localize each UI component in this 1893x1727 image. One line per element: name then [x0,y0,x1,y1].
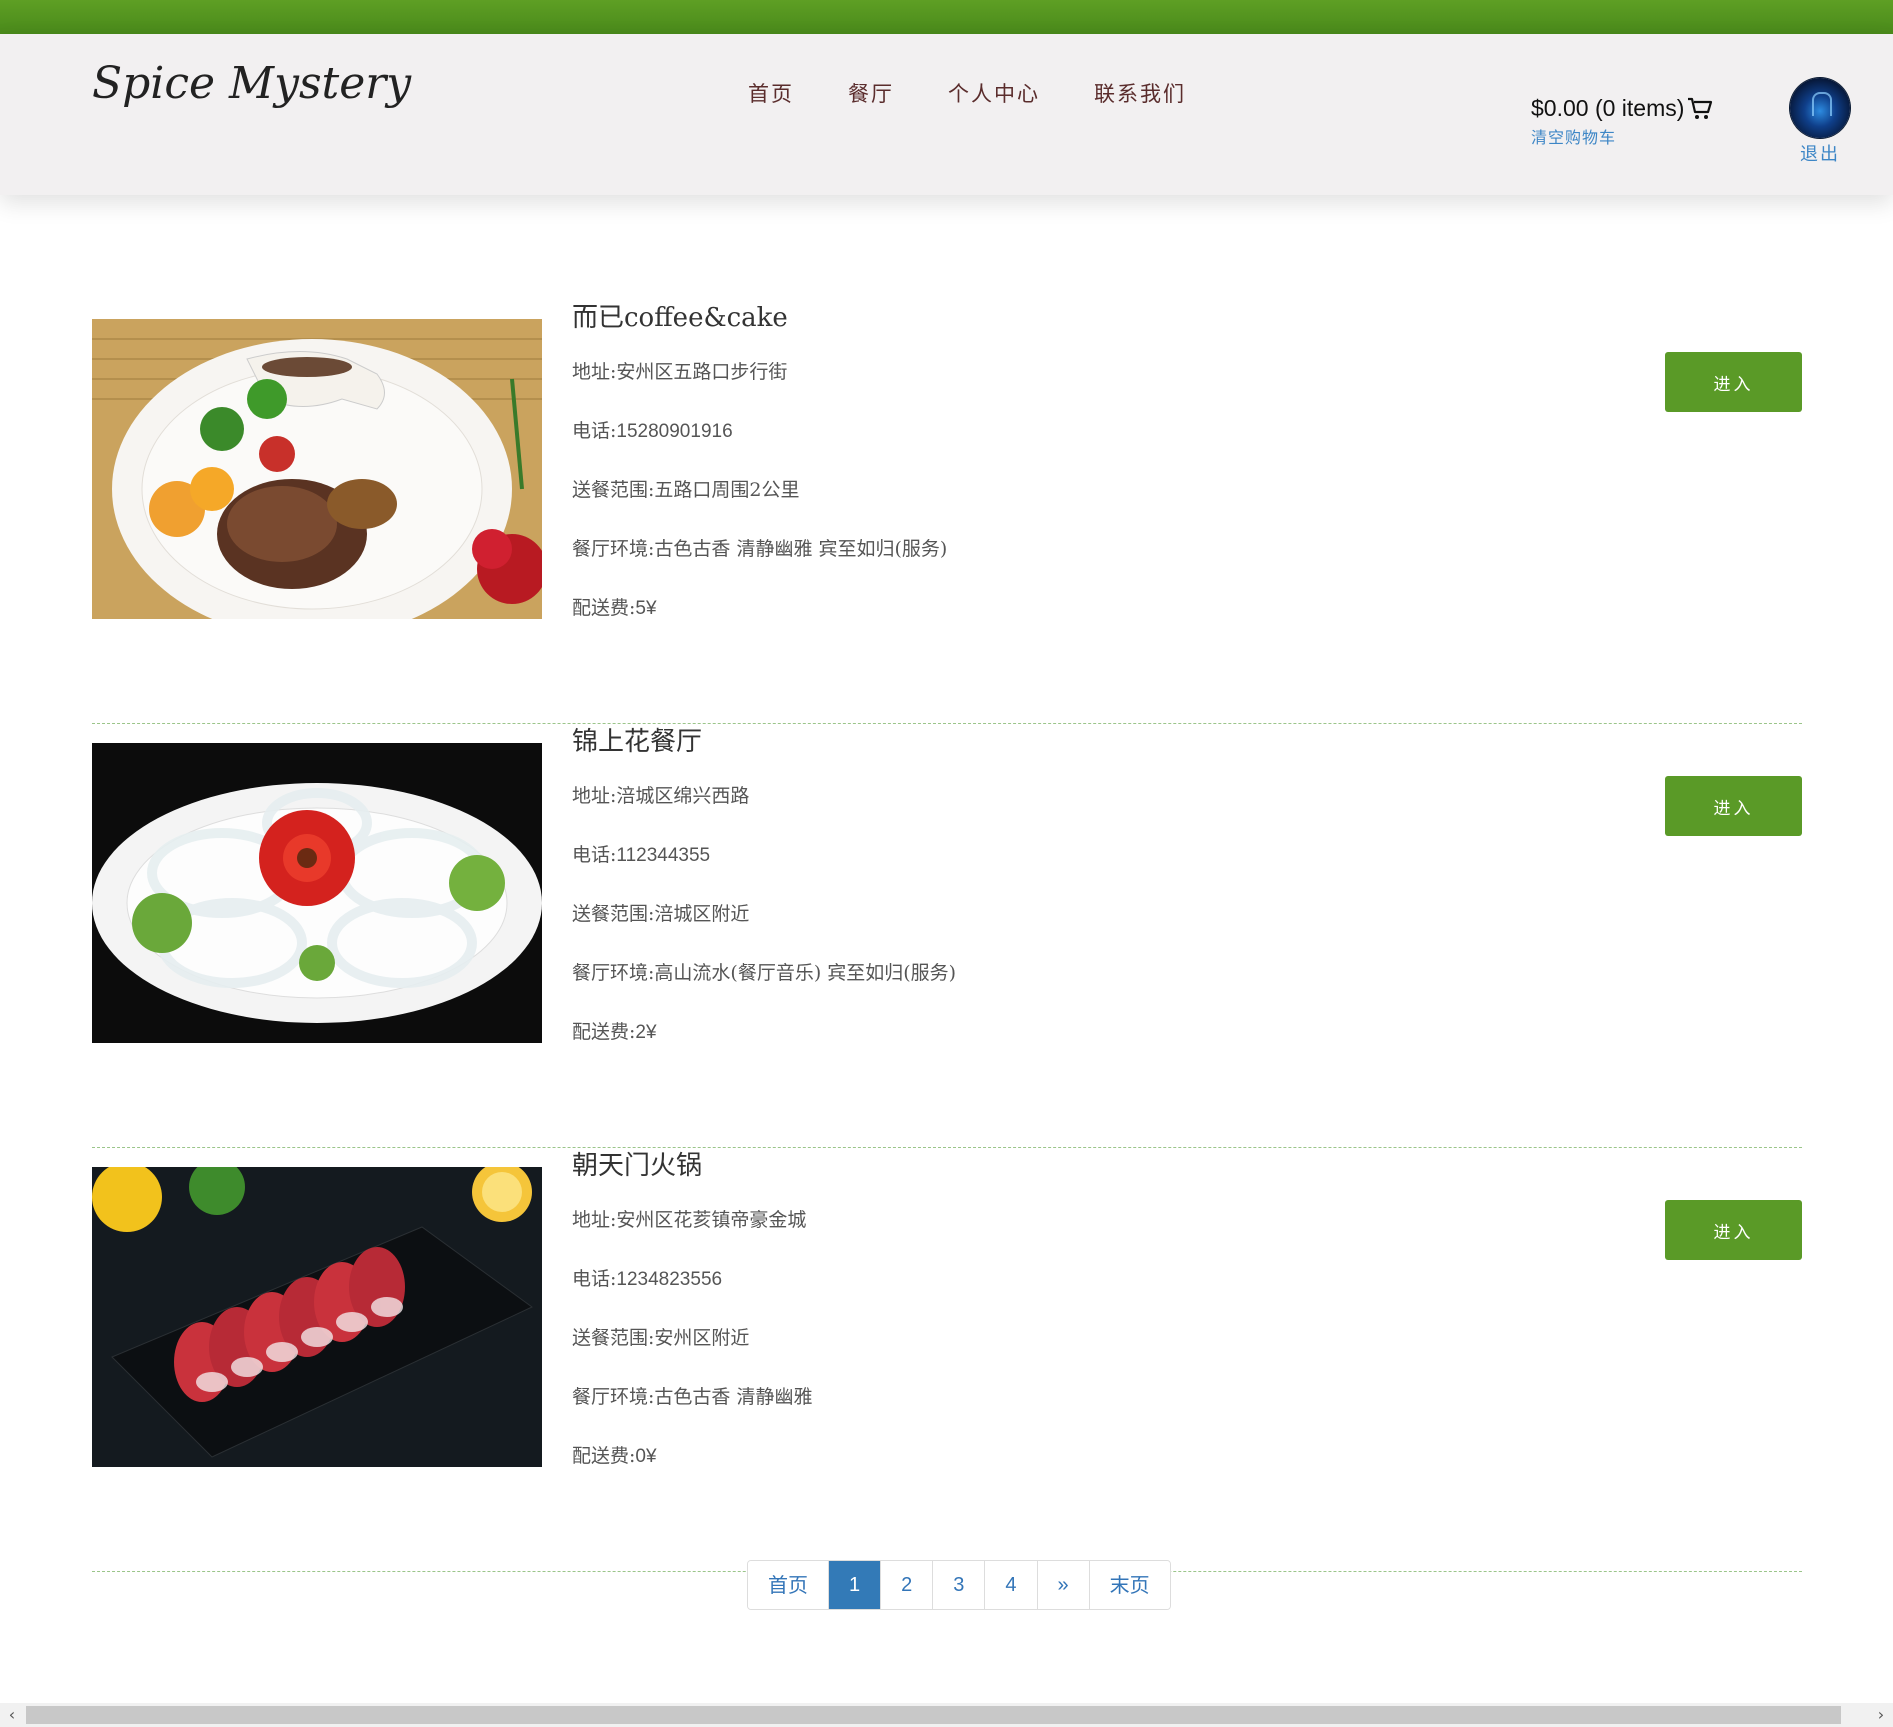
site-header: Spice Mystery 首页 餐厅 个人中心 联系我们 $0.00 (0 i… [0,34,1893,195]
restaurant-list: 而已coffee&cake 地址:安州区五路口步行街 电话:1528090191… [92,300,1802,1572]
enter-restaurant-button[interactable]: 进入 [1665,776,1802,836]
scroll-left-icon[interactable]: ‹ [0,1703,24,1727]
restaurant-phone: 电话:15280901916 [572,420,733,442]
restaurant-item: 而已coffee&cake 地址:安州区五路口步行街 电话:1528090191… [92,300,1802,724]
restaurant-address: 地址:安州区五路口步行街 [572,361,788,383]
pagination: 首页 1 2 3 4 » 末页 [747,1560,1171,1610]
nav-contact-us[interactable]: 联系我们 [1094,78,1186,108]
restaurant-item: 朝天门火锅 地址:安州区花荄镇帝豪金城 电话:1234823556 送餐范围:安… [92,1148,1802,1572]
restaurant-delivery-range: 送餐范围:安州区附近 [572,1327,750,1349]
restaurant-environment: 餐厅环境:古色古香 清静幽雅 宾至如归(服务) [572,538,948,560]
pagination-last[interactable]: 末页 [1088,1561,1170,1609]
pagination-page-4[interactable]: 4 [984,1561,1037,1609]
restaurant-delivery-range: 送餐范围:涪城区附近 [572,903,750,925]
pagination-first[interactable]: 首页 [748,1561,828,1609]
restaurant-address: 地址:涪城区绵兴西路 [572,785,750,807]
restaurant-environment: 餐厅环境:高山流水(餐厅音乐) 宾至如归(服务) [572,962,957,984]
restaurant-phone: 电话:112344355 [572,844,711,866]
cart-summary-text[interactable]: $0.00 (0 items) [1531,95,1684,122]
site-logo[interactable]: Spice Mystery [92,58,411,109]
shopping-cart-icon[interactable] [1686,94,1714,122]
restaurant-name[interactable]: 朝天门火锅 [572,1148,812,1184]
cart-summary-line[interactable]: $0.00 (0 items) [1531,94,1714,122]
pagination-page-3[interactable]: 3 [932,1561,985,1609]
logout-link[interactable]: 退出 [1788,140,1852,166]
user-menu: 退出 [1788,78,1852,166]
pagination-next[interactable]: » [1036,1561,1089,1609]
cart-widget: $0.00 (0 items) 清空购物车 [1531,94,1714,148]
restaurant-delivery-fee: 配送费:5¥ [572,597,657,619]
restaurant-delivery-fee: 配送费:2¥ [572,1021,657,1043]
steak-plate-image[interactable] [92,319,542,619]
restaurant-name[interactable]: 锦上花餐厅 [572,724,956,760]
avatar[interactable] [1790,78,1850,138]
beef-rolls-image[interactable] [92,1167,542,1467]
restaurant-address: 地址:安州区花荄镇帝豪金城 [572,1209,807,1231]
enter-restaurant-button[interactable]: 进入 [1665,352,1802,412]
restaurant-name[interactable]: 而已coffee&cake [572,300,947,336]
nav-restaurants[interactable]: 餐厅 [848,78,894,108]
scroll-right-icon[interactable]: › [1869,1703,1893,1727]
scrollbar-thumb[interactable] [26,1706,1841,1724]
noodle-plate-image[interactable] [92,743,542,1043]
restaurant-info: 朝天门火锅 地址:安州区花荄镇帝豪金城 电话:1234823556 送餐范围:安… [572,1148,812,1499]
restaurant-delivery-fee: 配送费:0¥ [572,1445,657,1467]
clear-cart-link[interactable]: 清空购物车 [1531,124,1714,148]
restaurant-info: 而已coffee&cake 地址:安州区五路口步行街 电话:1528090191… [572,300,947,651]
restaurant-info: 锦上花餐厅 地址:涪城区绵兴西路 电话:112344355 送餐范围:涪城区附近… [572,724,956,1075]
pagination-page-2[interactable]: 2 [880,1561,933,1609]
enter-restaurant-button[interactable]: 进入 [1665,1200,1802,1260]
nav-home[interactable]: 首页 [748,78,794,108]
main-nav: 首页 餐厅 个人中心 联系我们 [748,78,1240,108]
top-accent-bar [0,0,1893,34]
restaurant-environment: 餐厅环境:古色古香 清静幽雅 [572,1386,813,1408]
restaurant-delivery-range: 送餐范围:五路口周围2公里 [572,479,800,501]
pagination-page-1[interactable]: 1 [828,1561,881,1609]
restaurant-phone: 电话:1234823556 [572,1268,723,1290]
horizontal-scrollbar[interactable]: ‹ › [0,1703,1893,1727]
restaurant-item: 锦上花餐厅 地址:涪城区绵兴西路 电话:112344355 送餐范围:涪城区附近… [92,724,1802,1148]
nav-personal-center[interactable]: 个人中心 [948,78,1040,108]
